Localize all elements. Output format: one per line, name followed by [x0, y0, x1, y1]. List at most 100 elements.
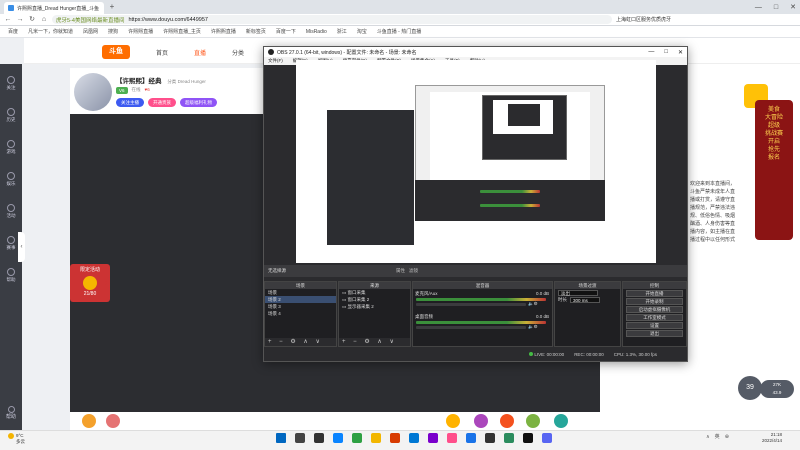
gift-icon[interactable] — [500, 414, 514, 428]
bookmark-item[interactable]: 百度 — [8, 28, 18, 35]
virtual-camera-button[interactable]: 启动虚拟摄像机 — [626, 306, 683, 313]
sidebar-item[interactable]: 历史 — [0, 104, 22, 126]
reload-icon[interactable]: ↻ — [28, 16, 36, 24]
taskbar-app-icon[interactable] — [295, 433, 305, 443]
start-icon[interactable] — [276, 433, 286, 443]
follow-button[interactable]: 关注主播 — [116, 98, 144, 107]
sidebar-item[interactable]: 活动 — [0, 200, 22, 222]
sidebar-item[interactable]: 帮助 — [0, 264, 22, 286]
scene-item[interactable]: 场景 — [265, 289, 336, 296]
nav-item-home[interactable]: 首页 — [156, 48, 168, 57]
site-logo[interactable]: 斗鱼 — [102, 45, 130, 59]
sidebar-item[interactable]: 娱乐 — [0, 168, 22, 190]
url-field[interactable]: 虎牙5-4美国网络最新直播间 https://www.douyu.com/644… — [52, 15, 612, 24]
settings-button[interactable]: 设置 — [626, 322, 683, 329]
sidebar-item[interactable]: 关注 — [0, 72, 22, 94]
transition-type-select[interactable]: 淡出 — [558, 289, 598, 296]
weather-widget[interactable]: 9°C 多云 — [8, 433, 25, 445]
bookmark-item[interactable]: 凡米一下，你就知道 — [28, 28, 73, 35]
scene-item[interactable]: 场景 4 — [265, 310, 336, 317]
network-icon[interactable]: ⊕ — [725, 434, 729, 440]
volume-slider[interactable] — [416, 326, 526, 329]
promo-banner[interactable]: 美食 大冒险 超级 挑战赛 开启 抢先 报名 — [755, 100, 793, 240]
gift-icon[interactable] — [446, 414, 460, 428]
exit-button[interactable]: 退出 — [626, 330, 683, 337]
input-method-icon[interactable]: 英 — [715, 433, 720, 440]
bookmark-item[interactable]: 许熙熙直播 — [128, 28, 153, 35]
source-item[interactable]: ▭ 窗口采集 — [339, 289, 410, 296]
gift-icon[interactable] — [474, 414, 488, 428]
filters-button[interactable]: 滤镜 — [409, 268, 418, 274]
scenes-toolbar[interactable]: + − ⚙ ∧ ∨ — [265, 338, 336, 346]
obs-maximize-button[interactable]: □ — [664, 49, 668, 56]
studio-mode-button[interactable]: 工作室模式 — [626, 314, 683, 321]
taskbar-app-icon[interactable] — [409, 433, 419, 443]
tray-expand-icon[interactable]: ∧ — [706, 434, 710, 440]
gift-icon[interactable] — [82, 414, 96, 428]
bookmark-item[interactable]: 许熙熙直播_主页 — [163, 28, 201, 35]
scene-item[interactable]: 场景 2 — [265, 296, 336, 303]
back-icon[interactable]: ← — [4, 16, 12, 24]
taskbar-app-icon[interactable] — [466, 433, 476, 443]
bookmark-item[interactable]: 许熙熙直播 — [211, 28, 236, 35]
obs-minimize-button[interactable]: — — [648, 49, 654, 56]
maximize-button[interactable]: □ — [774, 4, 778, 11]
gift-icon[interactable] — [106, 414, 120, 428]
gift-icon[interactable] — [526, 414, 540, 428]
properties-button[interactable]: 属性 — [396, 268, 405, 274]
new-tab-button[interactable]: + — [108, 3, 116, 11]
source-item[interactable]: ▭ 窗口采集 2 — [339, 296, 410, 303]
close-button[interactable]: ✕ — [790, 3, 796, 11]
noble-button[interactable]: 开通贵族 — [148, 98, 176, 107]
bookmark-item[interactable]: 凤凰网 — [83, 28, 98, 35]
chevron-right-icon[interactable]: › — [105, 278, 108, 287]
taskbar-app-icon[interactable] — [542, 433, 552, 443]
taskbar-app-icon[interactable] — [371, 433, 381, 443]
browser-tab-active[interactable]: 许熙熙直播_Dread Hunger直播_斗鱼 — [4, 2, 104, 14]
taskbar-app-icon[interactable] — [390, 433, 400, 443]
volume-slider[interactable] — [416, 303, 526, 306]
obs-menu-item[interactable]: 文件(F) — [268, 58, 283, 64]
clock[interactable]: 21:18 2022/4/14 — [762, 432, 782, 444]
source-item[interactable]: ▭ 显示器采集 2 — [339, 303, 410, 310]
home-icon[interactable]: ⌂ — [40, 16, 48, 24]
float-button[interactable]: 39 — [738, 376, 762, 400]
taskbar-app-icon[interactable] — [352, 433, 362, 443]
sidebar-toggle[interactable]: ‹ — [18, 232, 25, 262]
start-recording-button[interactable]: 开始录制 — [626, 298, 683, 305]
minimize-button[interactable]: — — [755, 4, 762, 11]
bookmark-item[interactable]: 淘宝 — [357, 28, 367, 35]
scene-item[interactable]: 场景 3 — [265, 303, 336, 310]
nav-item-categories[interactable]: 分类 — [232, 48, 244, 57]
speaker-icon[interactable]: 🔈⚙ — [528, 301, 538, 307]
obs-close-button[interactable]: ✕ — [678, 49, 683, 56]
speaker-icon[interactable]: 🔈⚙ — [528, 324, 538, 330]
nav-item-live[interactable]: 直播 — [194, 48, 206, 57]
room-category[interactable]: 分类 Dread Hunger — [167, 79, 206, 84]
bookmark-item[interactable]: 新标签页 — [246, 28, 266, 35]
help-icon[interactable]: 帮助 — [4, 406, 18, 420]
favicon-icon — [8, 5, 14, 11]
bookmark-item[interactable]: 浙江 — [337, 28, 347, 35]
taskbar-app-icon[interactable] — [333, 433, 343, 443]
system-tray: ∧ 英 ⊕ — [706, 433, 729, 441]
avatar[interactable] — [74, 73, 112, 111]
taskbar-app-icon[interactable] — [428, 433, 438, 443]
bookmark-item[interactable]: 搜狗 — [108, 28, 118, 35]
taskbar-app-icon[interactable] — [504, 433, 514, 443]
bookmark-item[interactable]: 百度一下 — [276, 28, 296, 35]
bookmark-item[interactable]: MisRadio — [306, 29, 327, 35]
gift-button[interactable]: 超级福利礼物 — [180, 98, 217, 107]
taskbar-app-icon[interactable] — [485, 433, 495, 443]
duration-input[interactable]: 300 ms — [570, 296, 600, 303]
taskbar-app-icon[interactable] — [447, 433, 457, 443]
activity-card[interactable]: 限定活动 21/80 — [70, 264, 110, 302]
gift-icon[interactable] — [554, 414, 568, 428]
sidebar-item[interactable]: 游戏 — [0, 136, 22, 158]
sources-toolbar[interactable]: + − ⚙ ∧ ∨ — [339, 338, 410, 346]
bookmark-item[interactable]: 斗鱼直播 - 热门直播 — [377, 28, 421, 35]
taskbar-app-icon[interactable] — [314, 433, 324, 443]
taskbar-app-icon[interactable] — [523, 433, 533, 443]
forward-icon[interactable]: → — [16, 16, 24, 24]
start-streaming-button[interactable]: 开始直播 — [626, 290, 683, 297]
